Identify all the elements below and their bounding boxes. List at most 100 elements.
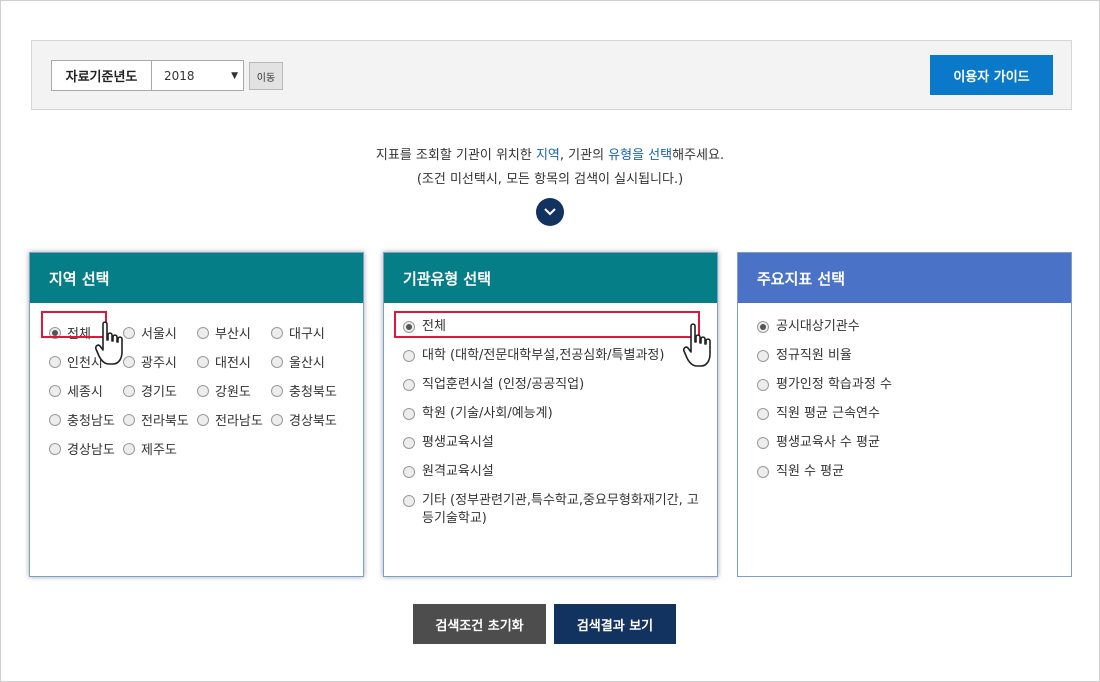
region-option-label: 경기도 xyxy=(141,385,177,400)
region-option[interactable]: 제주도 xyxy=(123,439,197,458)
region-option[interactable]: 대구시 xyxy=(271,323,345,342)
region-option[interactable]: 경상북도 xyxy=(271,410,345,429)
radio-button[interactable] xyxy=(757,408,769,420)
indicator-option[interactable]: 공시대상기관수 xyxy=(757,318,892,336)
highlight-box xyxy=(394,311,700,338)
radio-button[interactable] xyxy=(123,384,135,397)
indicator-option-label: 직원 수 평균 xyxy=(776,464,845,479)
type-option[interactable]: 기타 (정부관련기관,특수학교,중요무형화재기간, 고등기술학교) xyxy=(403,492,702,528)
radio-button[interactable] xyxy=(49,442,61,455)
hand-pointer-icon xyxy=(95,321,123,365)
indicator-panel: 주요지표 선택 공시대상기관수정규직원 비율평가인정 학습과정 수직원 평균 근… xyxy=(737,252,1072,577)
region-option-label: 세종시 xyxy=(67,385,103,400)
region-option[interactable]: 대전시 xyxy=(197,352,271,371)
type-option-label: 대학 (대학/전문대학부설,전공심화/특별과정) xyxy=(422,348,665,363)
radio-button[interactable] xyxy=(403,437,415,449)
type-option[interactable]: 직업훈련시설 (인정/공공직업) xyxy=(403,376,702,394)
region-option-label: 부산시 xyxy=(215,327,251,342)
year-label: 자료기준년도 xyxy=(52,61,152,90)
indicator-options: 공시대상기관수정규직원 비율평가인정 학습과정 수직원 평균 근속연수평생교육사… xyxy=(757,318,892,492)
region-option-label: 경상북도 xyxy=(289,414,337,429)
region-option-label: 강원도 xyxy=(215,385,251,400)
region-option-label: 서울시 xyxy=(141,327,177,342)
radio-button[interactable] xyxy=(271,384,283,397)
instruction-highlight-region: 지역 xyxy=(535,148,560,163)
region-option[interactable]: 울산시 xyxy=(271,352,345,371)
view-results-button[interactable]: 검색결과 보기 xyxy=(554,604,676,644)
instruction-line-1: 지표를 조회할 기관이 위치한 지역, 기관의 유형을 선택해주세요. xyxy=(0,144,1100,163)
region-option[interactable]: 경상남도 xyxy=(49,439,123,458)
type-option[interactable]: 대학 (대학/전문대학부설,전공심화/특별과정) xyxy=(403,347,702,365)
indicator-option[interactable]: 평가인정 학습과정 수 xyxy=(757,376,892,394)
region-option-label: 경상남도 xyxy=(67,443,115,458)
type-option[interactable]: 평생교육시설 xyxy=(403,434,702,452)
region-option[interactable]: 충청남도 xyxy=(49,410,123,429)
region-option[interactable]: 부산시 xyxy=(197,323,271,342)
region-option[interactable]: 서울시 xyxy=(123,323,197,342)
radio-button[interactable] xyxy=(403,379,415,391)
move-button[interactable]: 이동 xyxy=(249,62,283,90)
radio-button[interactable] xyxy=(49,355,61,368)
radio-button[interactable] xyxy=(197,413,209,426)
radio-button[interactable] xyxy=(197,355,209,368)
chevron-down-icon[interactable] xyxy=(536,198,564,226)
filter-bar: 자료기준년도 2018 ▼ 이동 이용자 가이드 xyxy=(31,40,1072,110)
radio-button[interactable] xyxy=(757,350,769,362)
type-panel-title: 기관유형 선택 xyxy=(384,253,717,303)
indicator-option[interactable]: 평생교육사 수 평균 xyxy=(757,434,892,452)
radio-button[interactable] xyxy=(757,321,769,333)
region-row: 세종시 경기도 강원도 충청북도 xyxy=(49,376,345,405)
region-option[interactable]: 세종시 xyxy=(49,381,123,400)
region-option[interactable]: 경기도 xyxy=(123,381,197,400)
region-option-label: 충청남도 xyxy=(67,414,115,429)
region-option[interactable]: 전라북도 xyxy=(123,410,197,429)
indicator-option[interactable]: 직원 평균 근속연수 xyxy=(757,405,892,423)
reset-conditions-button[interactable]: 검색조건 초기화 xyxy=(413,604,546,644)
radio-button[interactable] xyxy=(757,379,769,391)
region-panel-title: 지역 선택 xyxy=(30,253,363,303)
radio-button[interactable] xyxy=(197,326,209,339)
instruction-line-2: (조건 미선택시, 모든 항목의 검색이 실시됩니다.) xyxy=(416,172,684,187)
radio-button[interactable] xyxy=(403,466,415,478)
region-option[interactable]: 광주시 xyxy=(123,352,197,371)
radio-button[interactable] xyxy=(403,350,415,362)
instruction-text: 지표를 조회할 기관이 위치한 xyxy=(375,148,536,163)
type-option-label: 기타 (정부관련기관,특수학교,중요무형화재기간, 고등기술학교) xyxy=(422,493,699,526)
region-option-label: 전라북도 xyxy=(141,414,189,429)
region-option[interactable]: 충청북도 xyxy=(271,381,345,400)
indicator-panel-title: 주요지표 선택 xyxy=(738,253,1071,303)
type-option-label: 학원 (기술/사회/예능계) xyxy=(422,406,553,421)
type-option[interactable]: 학원 (기술/사회/예능계) xyxy=(403,405,702,423)
radio-button[interactable] xyxy=(123,413,135,426)
region-option-label: 대구시 xyxy=(289,327,325,342)
indicator-option[interactable]: 직원 수 평균 xyxy=(757,463,892,481)
radio-button[interactable] xyxy=(49,384,61,397)
region-option-label: 충청북도 xyxy=(289,385,337,400)
radio-button[interactable] xyxy=(271,413,283,426)
region-option[interactable]: 강원도 xyxy=(197,381,271,400)
region-panel: 지역 선택 전체 서울시 부산시 대구시 인천시 광주시 대전시 울산시 세종시 경기도 강원도 충청… xyxy=(29,252,364,577)
radio-button[interactable] xyxy=(403,495,415,507)
radio-button[interactable] xyxy=(49,413,61,426)
year-value: 2018 xyxy=(164,68,195,83)
region-option-label: 전라남도 xyxy=(215,414,263,429)
region-row: 경상남도 제주도 xyxy=(49,434,345,463)
type-option-label: 원격교육시설 xyxy=(422,464,494,479)
radio-button[interactable] xyxy=(197,384,209,397)
radio-button[interactable] xyxy=(271,355,283,368)
year-filter: 자료기준년도 2018 ▼ xyxy=(51,60,244,91)
radio-button[interactable] xyxy=(757,437,769,449)
region-options: 전체 서울시 부산시 대구시 인천시 광주시 대전시 울산시 세종시 경기도 강원도 충청북도 충청남도… xyxy=(49,318,345,463)
hand-pointer-icon xyxy=(683,323,711,367)
type-option[interactable]: 원격교육시설 xyxy=(403,463,702,481)
region-option[interactable]: 전라남도 xyxy=(197,410,271,429)
type-option-label: 직업훈련시설 (인정/공공직업) xyxy=(422,377,585,392)
radio-button[interactable] xyxy=(403,408,415,420)
radio-button[interactable] xyxy=(123,442,135,455)
user-guide-button[interactable]: 이용자 가이드 xyxy=(930,55,1053,95)
indicator-option-label: 직원 평균 근속연수 xyxy=(776,406,880,421)
radio-button[interactable] xyxy=(757,466,769,478)
radio-button[interactable] xyxy=(271,326,283,339)
year-select[interactable]: 2018 ▼ xyxy=(152,61,243,90)
indicator-option[interactable]: 정규직원 비율 xyxy=(757,347,892,365)
